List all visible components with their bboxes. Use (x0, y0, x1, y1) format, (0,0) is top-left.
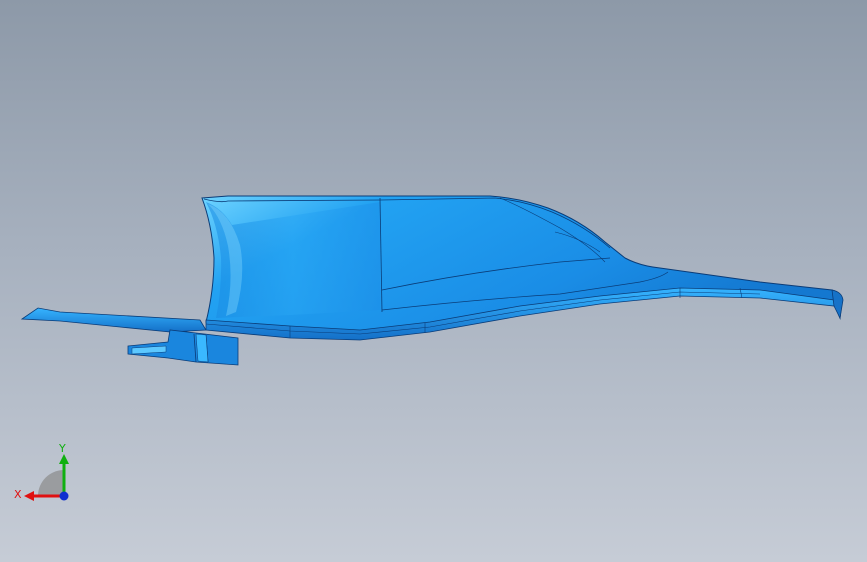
right-tail (831, 289, 844, 320)
left-flange (20, 307, 207, 333)
x-axis-arrow (24, 491, 34, 501)
x-axis-label: X (14, 488, 22, 501)
y-axis-arrow (59, 454, 69, 464)
y-axis-label: Y (58, 442, 66, 455)
graphics-viewport[interactable]: Y X (0, 0, 867, 562)
triad-plane (38, 470, 64, 496)
axis-triad: Y X (14, 442, 69, 501)
z-axis-dot (59, 491, 69, 501)
3d-part-model[interactable] (0, 0, 867, 562)
